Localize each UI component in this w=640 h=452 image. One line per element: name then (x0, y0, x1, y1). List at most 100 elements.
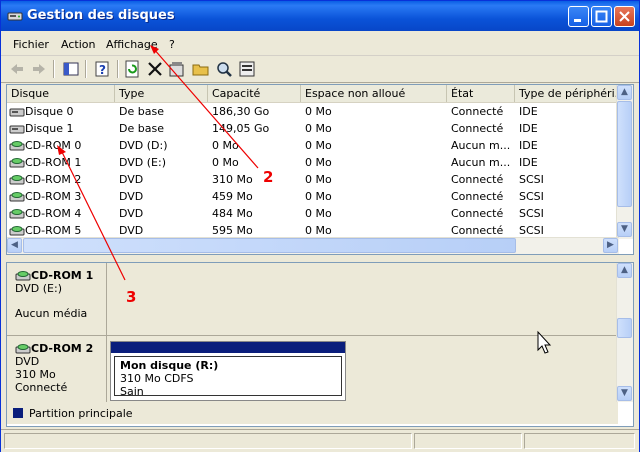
volume-name: Mon disque (R:) (120, 359, 219, 372)
console-tree-icon[interactable] (61, 59, 81, 79)
table-row[interactable]: Disque 1 De base 149,05 Go 0 Mo Connecté IDE (7, 120, 619, 137)
cell-disk: Disque 1 (9, 120, 73, 137)
list-header: Disque Type Capacité Espace non alloué É… (7, 85, 619, 103)
disk-label: CD-ROM 4 (25, 207, 82, 220)
scroll-thumb[interactable] (617, 318, 632, 338)
column-header-type[interactable]: Type (115, 85, 208, 102)
list-vertical-scrollbar[interactable]: ▲ ▼ (616, 85, 633, 239)
status-segment (524, 433, 635, 449)
table-row[interactable]: CD-ROM 4 DVD 484 Mo 0 Mo Connecté SCSI (7, 205, 619, 222)
graph-vertical-scrollbar[interactable]: ▲ ▼ (616, 263, 633, 402)
properties-icon[interactable] (167, 59, 187, 79)
disk-list-pane: Disque Type Capacité Espace non alloué É… (6, 84, 634, 255)
disk-name: CD-ROM 1 (31, 269, 94, 282)
help-topics-icon[interactable] (237, 59, 257, 79)
cell-dev: SCSI (519, 190, 544, 203)
cell-unalloc: 0 Mo (305, 190, 332, 203)
disk-label: CD-ROM 3 (25, 190, 82, 203)
scroll-up-button[interactable]: ▲ (617, 85, 632, 100)
column-header-disque[interactable]: Disque (7, 85, 115, 102)
cell-type: De base (119, 105, 164, 118)
maximize-button[interactable] (591, 6, 612, 27)
back-arrow-icon[interactable] (7, 59, 27, 79)
cd-drive-icon (9, 192, 25, 202)
scroll-down-button[interactable]: ▼ (617, 386, 632, 401)
annotation-label-3: 3 (126, 288, 137, 306)
disk-label: Disque 1 (25, 122, 74, 135)
window-title: Gestion des disques (27, 8, 175, 23)
disk-label: Disque 0 (25, 105, 74, 118)
table-row[interactable]: CD-ROM 0 DVD (D:) 0 Mo 0 Mo Aucun m... IDE (7, 137, 619, 154)
scroll-right-button[interactable]: ▶ (603, 238, 618, 253)
table-row[interactable]: CD-ROM 1 DVD (E:) 0 Mo 0 Mo Aucun m... IDE (7, 154, 619, 171)
list-horizontal-scrollbar[interactable]: ◀ ▶ (7, 237, 619, 254)
toolbar-separator (53, 60, 55, 78)
hard-disk-icon (9, 108, 25, 117)
cell-disk: CD-ROM 4 (9, 205, 81, 222)
menu-affichage[interactable]: Affichage (106, 38, 158, 51)
cd-drive-icon (9, 141, 25, 151)
volume-body[interactable]: Mon disque (R:) 310 Mo CDFS Sain (114, 356, 342, 398)
forward-arrow-icon[interactable] (29, 59, 49, 79)
cell-state: Aucun m... (451, 156, 511, 169)
scroll-left-button[interactable]: ◀ (7, 238, 22, 253)
title-bar[interactable]: Gestion des disques (1, 1, 639, 31)
column-header-espace[interactable]: Espace non alloué (301, 85, 447, 102)
table-row[interactable]: Disque 0 De base 186,30 Go 0 Mo Connecté IDE (7, 103, 619, 120)
cell-capacity: 0 Mo (212, 156, 239, 169)
open-icon[interactable] (191, 59, 211, 79)
close-button[interactable] (614, 6, 635, 27)
scroll-down-button[interactable]: ▼ (617, 222, 632, 237)
help-icon[interactable]: ? (93, 59, 113, 79)
cell-disk: CD-ROM 0 (9, 137, 81, 154)
cell-capacity: 310 Mo (212, 173, 253, 186)
disk-label: CD-ROM 1 (25, 156, 82, 169)
graph-disk-cdrom1[interactable]: CD-ROM 1 DVD (E:) Aucun média (7, 263, 618, 336)
disk-type: DVD (15, 355, 40, 368)
menu-fichier[interactable]: Fichier (13, 38, 49, 51)
column-header-etat[interactable]: État (447, 85, 515, 102)
refresh-icon[interactable] (123, 59, 143, 79)
disk-info-cdrom1[interactable]: CD-ROM 1 DVD (E:) Aucun média (7, 263, 107, 335)
primary-partition-bar (111, 342, 345, 353)
delete-icon[interactable] (145, 59, 165, 79)
disk-status: Connecté (15, 381, 68, 394)
disk-type: DVD (E:) (15, 282, 63, 295)
minimize-button[interactable] (568, 6, 589, 27)
disk-management-window: Gestion des disques Fichier Action Affic… (0, 0, 640, 452)
cd-drive-icon (9, 175, 25, 185)
scroll-up-button[interactable]: ▲ (617, 263, 632, 278)
cd-drive-icon (15, 344, 31, 354)
column-header-peripherique[interactable]: Type de périphéri... (515, 85, 619, 102)
minimize-icon (574, 19, 581, 22)
status-bar (1, 429, 639, 452)
volume-mon-disque[interactable]: Mon disque (R:) 310 Mo CDFS Sain (110, 341, 346, 401)
table-row[interactable]: CD-ROM 2 DVD 310 Mo 0 Mo Connecté SCSI (7, 171, 619, 188)
cell-capacity: 0 Mo (212, 139, 239, 152)
cd-drive-icon (9, 209, 25, 219)
column-header-capacite[interactable]: Capacité (208, 85, 301, 102)
legend-bar: Partition principale (7, 402, 618, 424)
menu-help[interactable]: ? (169, 38, 175, 51)
explore-icon[interactable] (214, 59, 234, 79)
hscroll-thumb[interactable] (23, 238, 516, 253)
cell-state: Connecté (451, 207, 504, 220)
maximize-icon (595, 10, 608, 23)
legend-label: Partition principale (29, 407, 133, 420)
cell-capacity: 149,05 Go (212, 122, 270, 135)
cell-dev: IDE (519, 139, 538, 152)
cd-drive-icon (9, 158, 25, 168)
scroll-thumb[interactable] (617, 101, 632, 207)
cell-unalloc: 0 Mo (305, 105, 332, 118)
cell-disk: CD-ROM 1 (9, 154, 81, 171)
cell-capacity: 484 Mo (212, 207, 253, 220)
disk-label: CD-ROM 5 (25, 224, 82, 237)
cell-unalloc: 0 Mo (305, 156, 332, 169)
cd-drive-icon (9, 226, 25, 236)
graph-disk-cdrom2[interactable]: CD-ROM 2 DVD 310 Mo Connecté Mon disque … (7, 336, 618, 403)
table-row[interactable]: CD-ROM 3 DVD 459 Mo 0 Mo Connecté SCSI (7, 188, 619, 205)
menu-action[interactable]: Action (61, 38, 95, 51)
cell-dev: IDE (519, 156, 538, 169)
cell-type: DVD (119, 190, 144, 203)
disk-info-cdrom2[interactable]: CD-ROM 2 DVD 310 Mo Connecté (7, 336, 107, 402)
